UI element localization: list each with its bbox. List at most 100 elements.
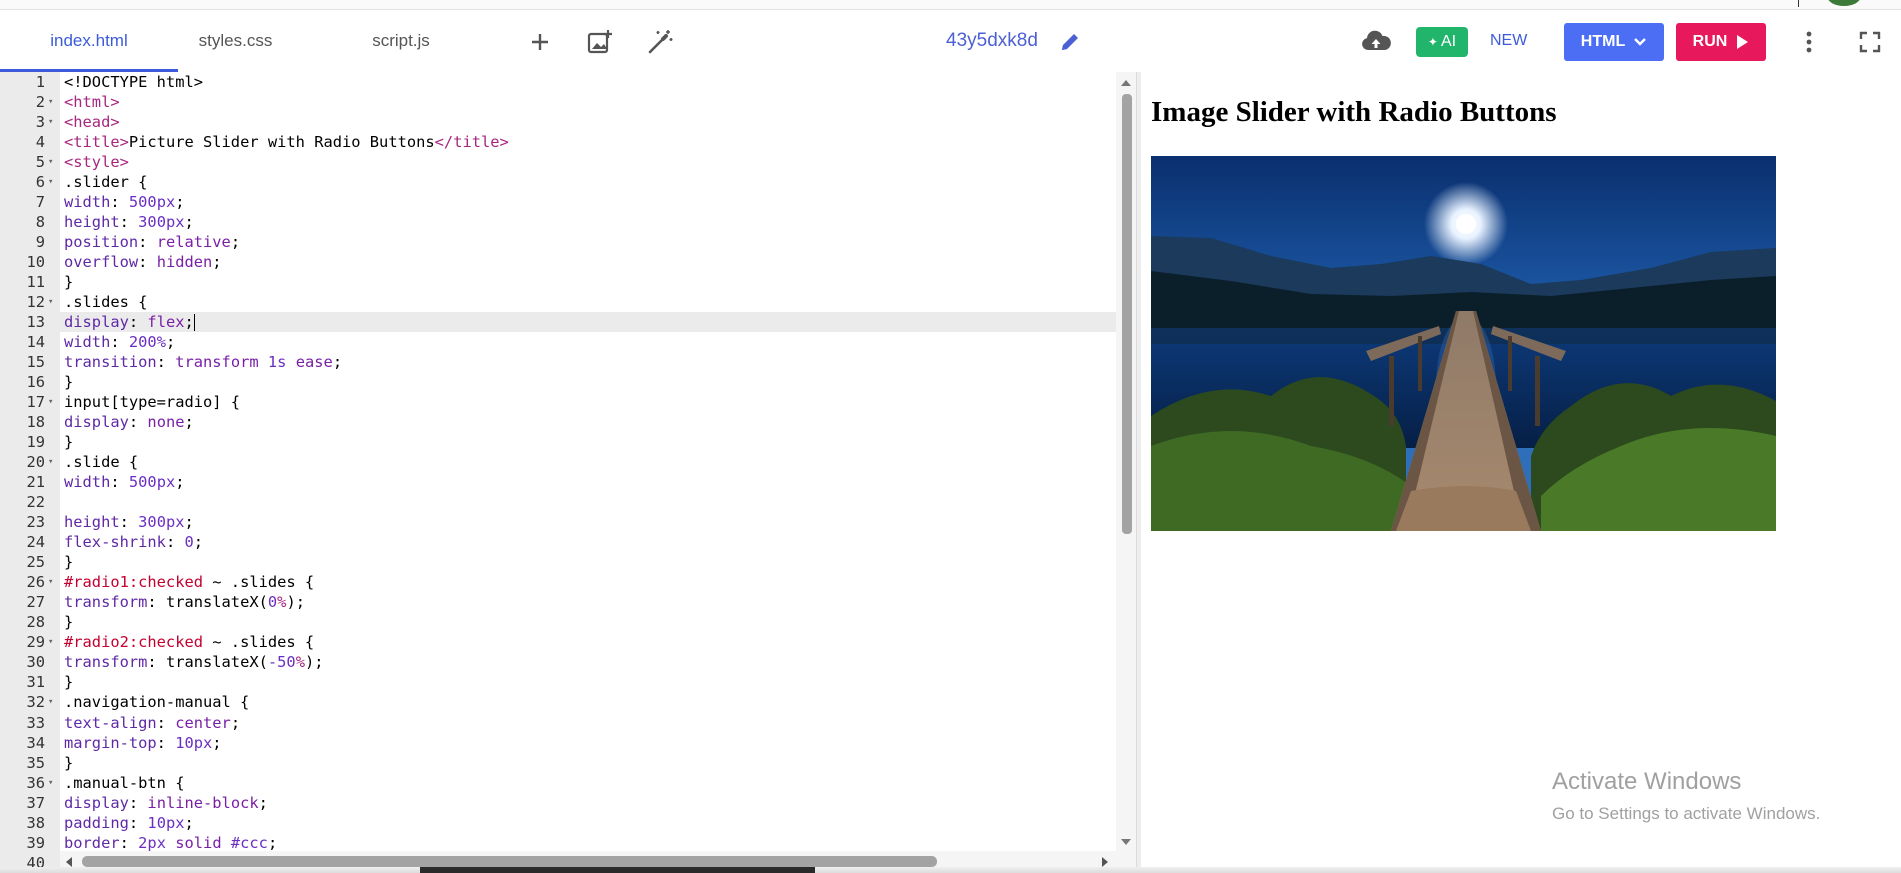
- code-line[interactable]: 37 display: inline-block;: [0, 793, 1116, 813]
- code-lines[interactable]: 1 <!DOCTYPE html> 2 ▾ <html> 3 ▾ <head> 4 <title>…: [0, 72, 1116, 873]
- code-line[interactable]: 39 border: 2px solid #ccc;: [0, 833, 1116, 853]
- code-token: :: [156, 353, 176, 372]
- pencil-icon[interactable]: [1058, 30, 1082, 54]
- code-token: overflow: [64, 253, 139, 272]
- code-token: <head>: [64, 113, 120, 132]
- language-select-button[interactable]: HTML: [1564, 23, 1664, 61]
- code-line[interactable]: 34 margin-top: 10px;: [0, 733, 1116, 753]
- fold-caret-icon[interactable]: ▾: [48, 572, 53, 592]
- line-number: 6: [35, 173, 45, 192]
- fold-caret-icon[interactable]: ▾: [48, 773, 53, 793]
- code-token: }: [64, 433, 74, 452]
- project-name[interactable]: 43y5dxk8d: [946, 10, 1038, 72]
- code-line[interactable]: 1 <!DOCTYPE html>: [0, 72, 1116, 92]
- more-vertical-icon[interactable]: [1797, 28, 1821, 56]
- code-line[interactable]: 24 flex-shrink: 0;: [0, 532, 1116, 552]
- sparkle-icon: ✦: [1427, 35, 1438, 49]
- code-token: #radio2:checked: [64, 633, 203, 652]
- magic-wand-icon[interactable]: [646, 28, 674, 56]
- code-line[interactable]: 7 width: 500px;: [0, 192, 1116, 212]
- code-line[interactable]: 5 ▾ <style>: [0, 152, 1116, 172]
- code-line[interactable]: 14 width: 200%;: [0, 332, 1116, 352]
- line-number: 12: [26, 293, 45, 312]
- code-line[interactable]: 22: [0, 492, 1116, 512]
- line-number: 22: [26, 493, 45, 512]
- code-line[interactable]: 4 <title>Picture Slider with Radio Button…: [0, 132, 1116, 152]
- horizontal-scrollbar-thumb[interactable]: [82, 856, 937, 867]
- fullscreen-icon[interactable]: [1856, 28, 1884, 56]
- fold-caret-icon[interactable]: ▾: [48, 392, 53, 412]
- line-number: 27: [26, 593, 45, 612]
- plus-icon[interactable]: [526, 28, 554, 56]
- fold-caret-icon[interactable]: ▾: [48, 632, 53, 652]
- code-line[interactable]: 2 ▾ <html>: [0, 92, 1116, 112]
- code-line[interactable]: 9 position: relative;: [0, 232, 1116, 252]
- code-token: }: [64, 673, 74, 692]
- tab-script-js[interactable]: script.js: [345, 10, 457, 72]
- cloud-upload-icon[interactable]: [1360, 28, 1392, 56]
- code-line[interactable]: 25}: [0, 552, 1116, 572]
- avatar[interactable]: [1827, 0, 1861, 6]
- vertical-scrollbar-thumb[interactable]: [1122, 94, 1132, 534]
- code-line[interactable]: 18 display: none;: [0, 412, 1116, 432]
- code-line[interactable]: 20 ▾ .slide {: [0, 452, 1116, 472]
- scroll-down-arrow-icon[interactable]: [1118, 835, 1134, 847]
- code-token: transform: [175, 353, 259, 372]
- code-line[interactable]: 27 transform: translateX(0%);: [0, 592, 1116, 612]
- code-token: transform: [64, 653, 148, 672]
- code-line[interactable]: 12 ▾ .slides {: [0, 292, 1116, 312]
- code-text: }: [64, 753, 73, 773]
- code-line[interactable]: 6 ▾ .slider {: [0, 172, 1116, 192]
- scroll-up-arrow-icon[interactable]: [1118, 76, 1134, 88]
- fold-caret-icon[interactable]: ▾: [48, 172, 53, 192]
- code-line[interactable]: 10 overflow: hidden;: [0, 252, 1116, 272]
- code-line[interactable]: 31}: [0, 672, 1116, 692]
- code-line[interactable]: 30 transform: translateX(-50%);: [0, 652, 1116, 672]
- fold-caret-icon[interactable]: ▾: [48, 692, 53, 712]
- code-text: <html>: [64, 92, 120, 112]
- code-line[interactable]: 23 height: 300px;: [0, 512, 1116, 532]
- code-line[interactable]: 28}: [0, 612, 1116, 632]
- code-line[interactable]: 26 ▾ #radio1:checked ~ .slides {: [0, 572, 1116, 592]
- fold-caret-icon[interactable]: ▾: [48, 152, 53, 172]
- ai-button[interactable]: ✦ AI: [1416, 27, 1468, 57]
- code-line[interactable]: 11}: [0, 272, 1116, 292]
- new-button[interactable]: NEW: [1490, 10, 1527, 72]
- code-line[interactable]: 16}: [0, 372, 1116, 392]
- code-line[interactable]: 21 width: 500px;: [0, 472, 1116, 492]
- code-line[interactable]: 35}: [0, 753, 1116, 773]
- code-line[interactable]: 19}: [0, 432, 1116, 452]
- code-token: .slider {: [64, 173, 148, 192]
- code-line[interactable]: 38 padding: 10px;: [0, 813, 1116, 833]
- line-number: 33: [26, 713, 45, 732]
- code-text: <head>: [64, 112, 120, 132]
- add-image-icon[interactable]: [586, 28, 614, 56]
- fold-caret-icon[interactable]: ▾: [48, 112, 53, 132]
- line-number: 2: [35, 93, 45, 112]
- line-number: 32: [26, 693, 45, 712]
- code-line[interactable]: 32 ▾ .navigation-manual {: [0, 692, 1116, 712]
- code-line[interactable]: 29 ▾ #radio2:checked ~ .slides {: [0, 632, 1116, 652]
- code-line[interactable]: 8 height: 300px;: [0, 212, 1116, 232]
- code-line[interactable]: 13 display: flex;: [0, 312, 1116, 333]
- fold-caret-icon[interactable]: ▾: [48, 292, 53, 312]
- run-button[interactable]: RUN: [1676, 23, 1766, 61]
- code-line[interactable]: 36 ▾ .manual-btn {: [0, 773, 1116, 793]
- line-number: 11: [26, 273, 45, 292]
- code-token: ;: [184, 513, 194, 532]
- fold-caret-icon[interactable]: ▾: [48, 452, 53, 472]
- code-token: ;: [193, 533, 204, 552]
- code-line[interactable]: 3 ▾ <head>: [0, 112, 1116, 132]
- tab-styles-css[interactable]: styles.css: [178, 10, 293, 72]
- code-editor[interactable]: 1 <!DOCTYPE html> 2 ▾ <html> 3 ▾ <head> 4 <title>…: [0, 72, 1136, 873]
- code-text: #radio1:checked ~ .slides {: [64, 572, 314, 592]
- fold-caret-icon[interactable]: ▾: [48, 92, 53, 112]
- code-line[interactable]: 17 ▾ input[type=radio] {: [0, 392, 1116, 412]
- code-token: text-align: [64, 713, 157, 732]
- code-line[interactable]: 15 transition: transform 1s ease;: [0, 352, 1116, 372]
- code-token: 500px: [128, 473, 176, 492]
- tab-index-html[interactable]: index.html: [0, 10, 178, 72]
- code-text: }: [64, 432, 73, 452]
- code-line[interactable]: 33 text-align: center;: [0, 713, 1116, 733]
